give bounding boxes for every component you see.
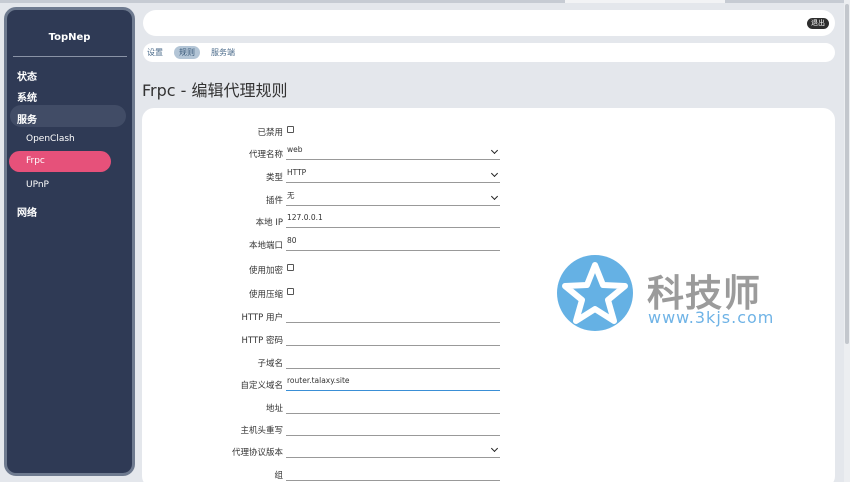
proxy-name-select[interactable]: web: [286, 144, 500, 160]
row-host-rewrite: 主机头重写: [142, 420, 835, 440]
star-logo-icon: [557, 255, 633, 331]
plugin-label: 插件: [265, 196, 283, 206]
type-label: 类型: [265, 173, 283, 183]
row-location: 地址: [142, 398, 835, 418]
sidebar-item-services[interactable]: 服务: [17, 111, 37, 126]
brand-title: TopNep: [48, 32, 91, 43]
scrollbar[interactable]: [844, 0, 850, 482]
sidebar-item-system[interactable]: 系统: [17, 89, 37, 104]
row-group: 组: [142, 465, 835, 482]
row-subdomain: 子域名: [142, 353, 835, 373]
brand-divider: [13, 56, 127, 57]
http-pass-input[interactable]: [286, 330, 500, 346]
http-user-label: HTTP 用户: [241, 313, 283, 323]
host-rewrite-input[interactable]: [286, 420, 500, 436]
subdomain-label: 子域名: [257, 359, 283, 369]
group-input[interactable]: [286, 465, 500, 481]
disabled-label: 已禁用: [257, 128, 283, 138]
row-local-port: 本地端口 80: [142, 235, 835, 255]
row-plugin: 插件 无: [142, 190, 835, 210]
encrypt-label: 使用加密: [248, 266, 283, 276]
local-ip-label: 本地 IP: [255, 218, 283, 228]
local-port-input[interactable]: 80: [286, 235, 500, 251]
plugin-select[interactable]: 无: [286, 190, 500, 206]
row-disabled: 已禁用: [142, 122, 835, 142]
sidebar: TopNep 状态 系统 服务 OpenClash Frpc UPnP 网络: [4, 7, 135, 476]
row-proxy-name: 代理名称 web: [142, 144, 835, 164]
tabs-bar: 设置 规则 服务端: [143, 43, 835, 62]
proxy-protocol-select[interactable]: [286, 442, 500, 458]
watermark-url: www.3kjs.com: [648, 308, 775, 327]
row-proxy-protocol: 代理协议版本: [142, 442, 835, 462]
sidebar-item-status[interactable]: 状态: [17, 68, 37, 83]
tab-server[interactable]: 服务端: [209, 46, 237, 59]
local-ip-input[interactable]: 127.0.0.1: [286, 212, 500, 228]
encrypt-checkbox[interactable]: [287, 264, 294, 271]
sidebar-item-network[interactable]: 网络: [17, 204, 37, 219]
watermark: 科技师 www.3kjs.com: [555, 253, 795, 335]
http-pass-label: HTTP 密码: [241, 336, 283, 346]
logout-button[interactable]: 退出: [807, 18, 829, 29]
tab-settings[interactable]: 设置: [145, 46, 165, 59]
page-title: Frpc - 编辑代理规则: [142, 81, 288, 100]
subdomain-input[interactable]: [286, 353, 500, 369]
proxy-protocol-label: 代理协议版本: [231, 448, 283, 458]
row-type: 类型 HTTP: [142, 167, 835, 187]
sidebar-subitem-frpc-label: Frpc: [26, 156, 45, 166]
proxy-name-label: 代理名称: [248, 150, 283, 160]
type-select[interactable]: HTTP: [286, 167, 500, 183]
disabled-checkbox[interactable]: [287, 126, 294, 133]
sidebar-subitem-upnp[interactable]: UPnP: [26, 180, 49, 190]
http-user-input[interactable]: [286, 307, 500, 323]
sidebar-subitem-frpc[interactable]: Frpc: [9, 151, 111, 172]
local-port-label: 本地端口: [248, 241, 283, 251]
tab-rules[interactable]: 规则: [174, 46, 200, 59]
location-input[interactable]: [286, 398, 500, 414]
sidebar-subitem-openclash[interactable]: OpenClash: [26, 134, 75, 144]
header-bar: 退出: [143, 10, 835, 36]
compress-checkbox[interactable]: [287, 288, 294, 295]
group-label: 组: [274, 471, 283, 481]
top-strip-notch: [565, 0, 725, 3]
scrollbar-thumb[interactable]: [845, 4, 849, 344]
compress-label: 使用压缩: [248, 290, 283, 300]
custom-domain-label: 自定义域名: [240, 381, 283, 391]
row-local-ip: 本地 IP 127.0.0.1: [142, 212, 835, 232]
row-custom-domain: 自定义域名 router.talaxy.site: [142, 375, 835, 395]
host-rewrite-label: 主机头重写: [240, 426, 283, 436]
custom-domain-input[interactable]: router.talaxy.site: [286, 375, 500, 391]
location-label: 地址: [265, 404, 283, 414]
